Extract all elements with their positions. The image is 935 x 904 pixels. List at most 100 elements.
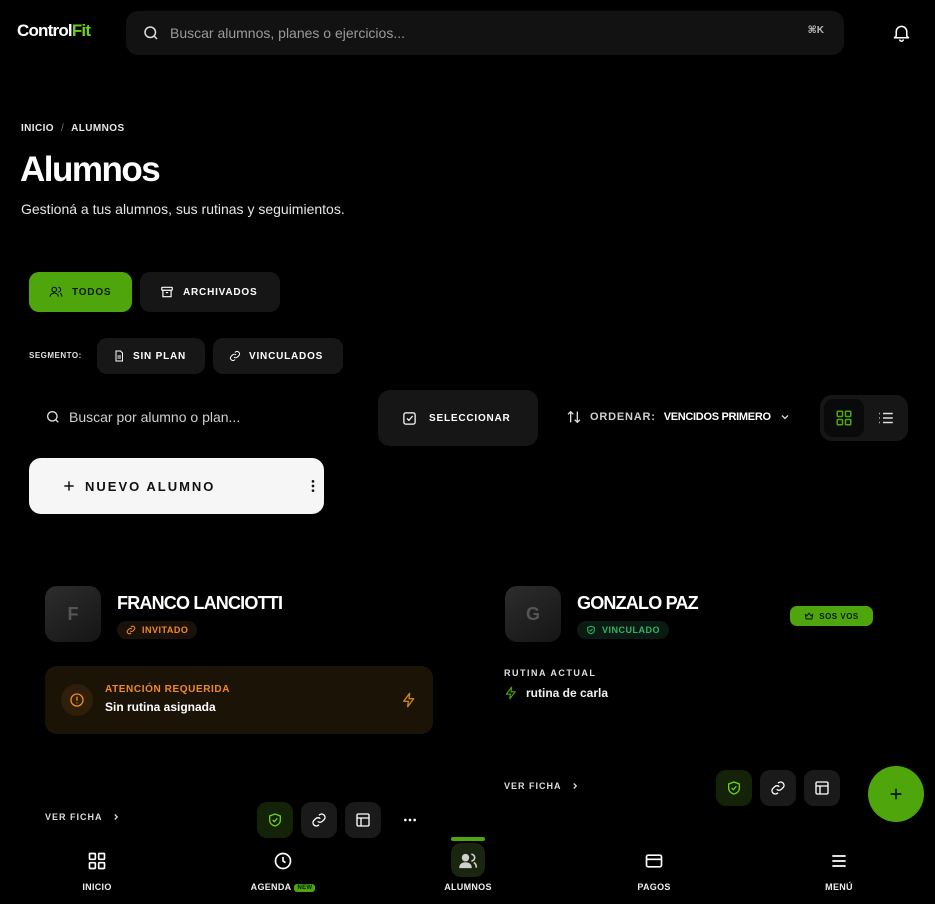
nav-item-label: AGENDA NEW [223, 882, 343, 892]
list-icon [877, 409, 895, 427]
nav-item-alumnos[interactable]: ALUMNOS [408, 837, 528, 904]
more-horizontal-icon[interactable] [402, 812, 418, 828]
view-profile-link[interactable]: VER FICHA [45, 812, 121, 822]
search-icon [142, 24, 160, 42]
view-profile-link[interactable]: VER FICHA [504, 781, 580, 791]
tab-todos[interactable]: TODOS [29, 272, 132, 312]
segment-vinculados-chip[interactable]: VINCULADOS [213, 338, 343, 374]
hamburger-menu-icon [829, 851, 849, 871]
page-title: Alumnos [20, 150, 161, 189]
document-icon [113, 350, 125, 362]
shield-check-icon [586, 625, 596, 635]
bell-icon[interactable] [891, 22, 912, 43]
you-badge-label: SOS VOS [819, 611, 859, 621]
nav-item-label: PAGOS [637, 882, 671, 892]
link-icon [311, 812, 327, 828]
sort-value: VENCIDOS PRIMERO [663, 411, 771, 423]
shield-button[interactable] [257, 802, 293, 838]
segment-sin-plan-chip[interactable]: SIN PLAN [97, 338, 205, 374]
nav-item-label: ALUMNOS [444, 882, 492, 892]
student-search-input[interactable]: Buscar por alumno o plan... [45, 409, 240, 425]
global-search-placeholder: Buscar alumnos, planes o ejercicios... [170, 25, 405, 41]
sort-arrows-icon [566, 409, 582, 425]
tab-archivados-label: ARCHIVADOS [183, 286, 258, 298]
layout-button[interactable] [345, 802, 381, 838]
shield-check-icon [267, 812, 283, 828]
bolt-icon [504, 686, 518, 700]
users-icon [458, 851, 478, 871]
new-student-label: NUEVO ALUMNO [85, 479, 216, 494]
layout-button[interactable] [804, 770, 840, 806]
add-fab-button[interactable] [868, 766, 924, 822]
link-button[interactable] [760, 770, 796, 806]
grid-view-button[interactable] [824, 399, 864, 437]
sort-label: ORDENAR: [590, 411, 656, 423]
archive-icon [160, 285, 174, 299]
global-search-input[interactable]: Buscar alumnos, planes o ejercicios... ⌘… [126, 11, 844, 55]
status-badge-label: VINCULADO [602, 625, 660, 635]
clock-icon [273, 851, 293, 871]
link-icon [126, 625, 136, 635]
credit-card-icon [644, 851, 664, 871]
new-student-button[interactable]: NUEVO ALUMNO [29, 458, 324, 514]
view-profile-label: VER FICHA [504, 781, 562, 791]
nav-agenda-text: AGENDA [250, 882, 292, 892]
plus-icon [888, 786, 904, 802]
select-button-label: SELECCIONAR [429, 412, 511, 424]
status-badge: INVITADO [117, 621, 198, 639]
app-logo[interactable]: ControlFit [17, 21, 91, 41]
current-routine[interactable]: rutina de carla [504, 686, 608, 700]
current-routine-label: RUTINA ACTUAL [504, 668, 597, 678]
breadcrumb-home[interactable]: INICIO [21, 123, 54, 134]
student-name[interactable]: GONZALO PAZ [577, 593, 699, 614]
nav-item-agenda[interactable]: AGENDA NEW [223, 840, 343, 904]
nav-item-inicio[interactable]: INICIO [37, 840, 157, 904]
breadcrumb: INICIO / ALUMNOS [21, 123, 125, 134]
new-badge: NEW [294, 884, 316, 892]
avatar: G [505, 586, 561, 642]
logo-accent-text: Fit [71, 21, 91, 40]
select-button[interactable]: SELECCIONAR [378, 390, 538, 446]
tab-todos-label: TODOS [72, 286, 112, 298]
list-view-button[interactable] [866, 399, 906, 437]
page-subtitle: Gestioná a tus alumnos, sus rutinas y se… [21, 201, 345, 217]
link-icon [229, 350, 241, 362]
layout-icon [355, 812, 371, 828]
you-badge: SOS VOS [790, 606, 873, 626]
dashboard-icon [87, 851, 107, 871]
logo-main-text: Control [17, 21, 73, 40]
more-vertical-icon[interactable] [305, 478, 321, 494]
chevron-right-icon [570, 781, 580, 791]
status-badge: VINCULADO [577, 621, 669, 639]
avatar: F [45, 586, 101, 642]
alert-circle-icon [61, 684, 93, 716]
layout-icon [814, 780, 830, 796]
shield-button[interactable] [716, 770, 752, 806]
shield-check-icon [726, 780, 742, 796]
active-indicator [451, 837, 485, 841]
nav-item-menu[interactable]: MENÚ [779, 840, 899, 904]
breadcrumb-current: ALUMNOS [71, 123, 125, 134]
link-button[interactable] [301, 802, 337, 838]
grid-icon [835, 409, 853, 427]
plus-icon [62, 479, 76, 493]
users-icon [49, 285, 63, 299]
view-toggle [820, 395, 908, 441]
tab-archivados[interactable]: ARCHIVADOS [140, 272, 280, 312]
alert-text: Sin rutina asignada [105, 700, 216, 714]
chevron-right-icon [111, 812, 121, 822]
keyboard-shortcut-hint: ⌘K [807, 25, 825, 36]
crown-icon [804, 611, 814, 621]
student-search-placeholder: Buscar por alumno o plan... [69, 409, 241, 425]
view-profile-label: VER FICHA [45, 812, 103, 822]
bottom-nav: INICIO AGENDA NEW ALUMNOS PAGOS MENÚ [0, 837, 935, 904]
nav-item-pagos[interactable]: PAGOS [594, 840, 714, 904]
current-routine-name: rutina de carla [526, 686, 609, 700]
segment-vinculados-label: VINCULADOS [249, 350, 324, 362]
attention-alert[interactable]: ATENCIÓN REQUERIDA Sin rutina asignada [45, 666, 433, 734]
segment-label: SEGMENTO: [29, 351, 82, 360]
bolt-icon [401, 692, 417, 708]
student-name[interactable]: FRANCO LANCIOTTI [117, 593, 283, 614]
link-icon [770, 780, 786, 796]
sort-dropdown[interactable]: ORDENAR: VENCIDOS PRIMERO [566, 409, 791, 425]
